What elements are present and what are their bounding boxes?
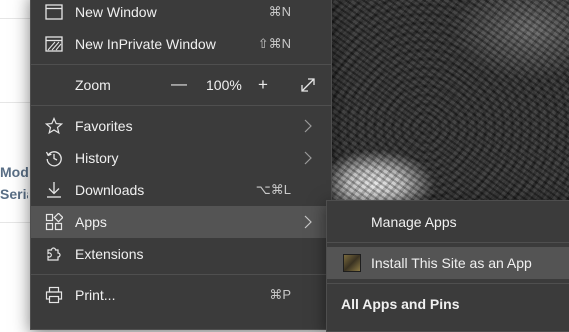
window-icon xyxy=(45,3,63,21)
divider xyxy=(0,222,30,223)
menu-separator xyxy=(31,274,331,275)
menu-item-new-inprivate-window[interactable]: New InPrivate Window ⇧⌘N xyxy=(31,28,331,60)
menu-item-label: Downloads xyxy=(75,182,145,198)
page-text-fragment: Seria xyxy=(0,186,28,202)
menu-item-label: Apps xyxy=(75,214,107,230)
zoom-out-button[interactable]: — xyxy=(171,76,187,94)
zoom-label: Zoom xyxy=(75,77,111,93)
zoom-level: 100% xyxy=(206,77,242,93)
menu-separator xyxy=(31,105,331,106)
menu-item-downloads[interactable]: Downloads ⌥⌘L xyxy=(31,174,331,206)
apps-submenu: Manage Apps Install This Site as an App … xyxy=(326,200,569,332)
menu-item-label: New Window xyxy=(75,4,157,20)
menu-item-label: Favorites xyxy=(75,118,133,134)
puzzle-icon xyxy=(45,245,63,263)
menu-item-label: New InPrivate Window xyxy=(75,36,216,52)
submenu-heading-all-apps: All Apps and Pins xyxy=(327,288,569,320)
menu-item-history[interactable]: History xyxy=(31,142,331,174)
shortcut-label: ⌘N xyxy=(268,4,291,19)
download-icon xyxy=(45,181,63,199)
chevron-right-icon xyxy=(301,151,315,165)
chevron-right-icon xyxy=(301,215,315,229)
shortcut-label: ⌥⌘L xyxy=(255,182,291,197)
menu-item-favorites[interactable]: Favorites xyxy=(31,110,331,142)
menu-item-label: Extensions xyxy=(75,246,144,262)
divider xyxy=(0,18,30,19)
menu-item-print[interactable]: Print... ⌘P xyxy=(31,279,331,311)
apps-icon xyxy=(45,213,63,231)
submenu-item-install-site-as-app[interactable]: Install This Site as an App xyxy=(327,247,569,279)
printer-icon xyxy=(45,286,63,304)
inprivate-icon xyxy=(45,35,63,53)
submenu-heading-label: All Apps and Pins xyxy=(341,296,460,312)
menu-item-label: Print... xyxy=(75,287,116,303)
zoom-row: Zoom — 100% + xyxy=(31,69,331,101)
menu-item-new-window[interactable]: New Window ⌘N xyxy=(31,0,331,28)
divider xyxy=(0,102,30,103)
menu-separator xyxy=(31,64,331,65)
chevron-right-icon xyxy=(301,119,315,133)
menu-item-label: History xyxy=(75,150,119,166)
star-icon xyxy=(45,117,63,135)
submenu-item-label: Manage Apps xyxy=(371,214,457,230)
browser-settings-menu: New Window ⌘N New InPrivate Window ⇧⌘N Z… xyxy=(30,0,332,330)
shortcut-label: ⌘P xyxy=(269,287,291,302)
fullscreen-icon[interactable] xyxy=(299,76,317,94)
submenu-item-manage-apps[interactable]: Manage Apps xyxy=(327,206,569,238)
menu-separator xyxy=(327,283,569,284)
page-text-fragment: Mode xyxy=(0,164,28,180)
menu-separator xyxy=(327,242,569,243)
site-app-icon xyxy=(343,254,361,272)
shortcut-label: ⇧⌘N xyxy=(257,36,291,51)
history-icon xyxy=(45,149,63,167)
background-page: Mode Seria xyxy=(0,0,31,320)
menu-item-apps[interactable]: Apps xyxy=(31,206,331,238)
menu-item-extensions[interactable]: Extensions xyxy=(31,238,331,270)
zoom-in-button[interactable]: + xyxy=(258,75,268,95)
submenu-item-label: Install This Site as an App xyxy=(371,255,532,271)
